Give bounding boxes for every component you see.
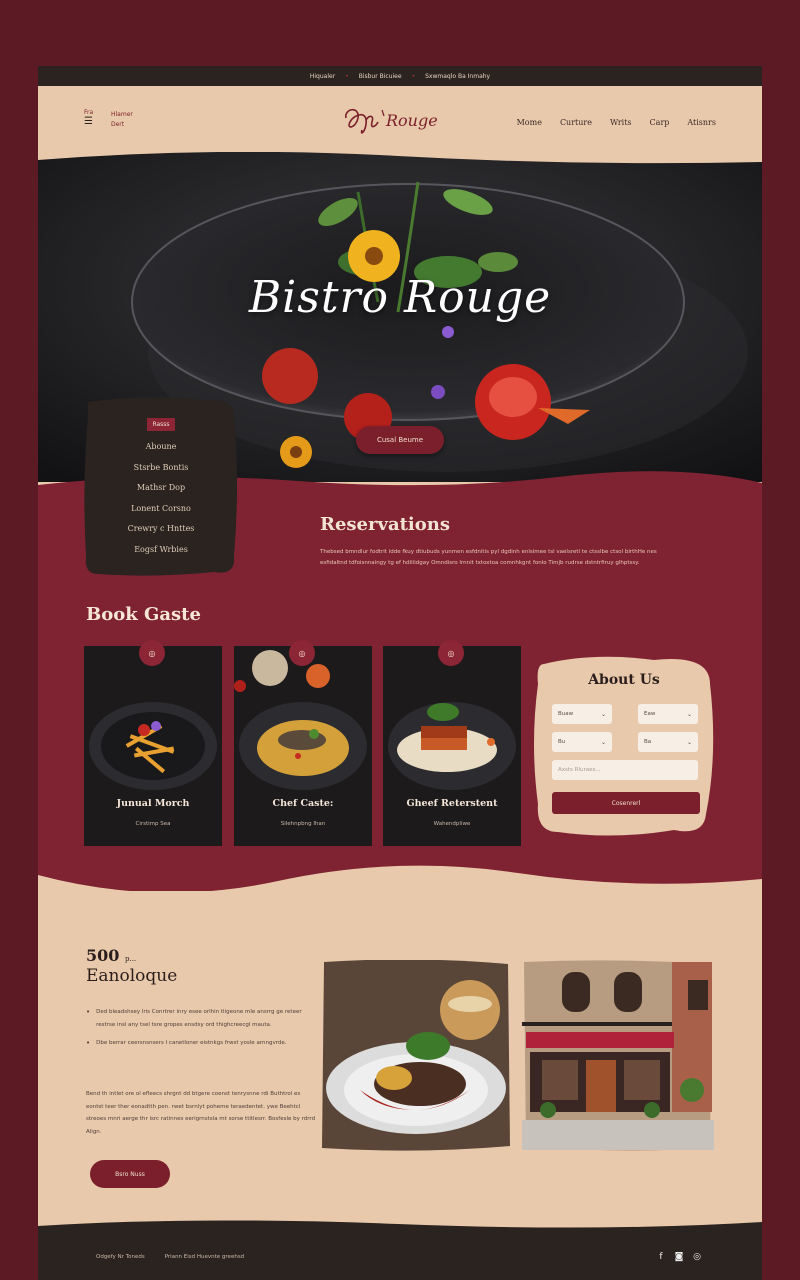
footer-bg [38, 1220, 762, 1280]
card-subtitle: Silehnpbng Ihan [280, 821, 326, 827]
read-more-button[interactable]: Bsro Nuss [90, 1160, 170, 1188]
top-strip-item[interactable]: Sxwmaqlo Ba Inmahy [425, 73, 490, 80]
social-links: f ◙ ◎ [656, 1252, 702, 1262]
book-title: Book Gaste [86, 604, 201, 625]
about-text-input[interactable]: Axsts Rluraes... [552, 760, 698, 780]
dish-photo [322, 960, 510, 1151]
footer-links: Odgefy Nr Toneds Priann Eisd Huevnte gre… [96, 1254, 244, 1260]
select-value: Bu [558, 739, 566, 745]
hero-title: Bistro Rouge [248, 272, 552, 323]
nav-item[interactable]: Curture [560, 118, 592, 127]
bullet-item: Ded bleadshsey lris Conrtrer inry esee o… [86, 1006, 316, 1031]
site-header: Fra ☰ Hlamer Dert Rouge Mome Curture Wri… [38, 86, 762, 156]
dish-card[interactable]: ◎ Chef Caste: Silehnpbng Ihan [234, 640, 372, 846]
nav-item[interactable]: Atisnrs [687, 118, 716, 127]
hero-cta-button[interactable]: Cusal Beume [356, 426, 444, 454]
dish-image [234, 646, 372, 846]
svg-text:Rouge: Rouge [385, 111, 438, 130]
logo[interactable]: Rouge [338, 100, 468, 140]
select-field[interactable]: Ba ⌄ [638, 732, 698, 752]
select-value: Buaw [558, 711, 574, 717]
chevron-down-icon: ⌄ [600, 710, 606, 718]
menu-toggle[interactable]: Fra ☰ [84, 108, 93, 127]
card-title: Chef Caste: [272, 798, 334, 809]
select-field[interactable]: Bu ⌄ [552, 732, 612, 752]
side-menu-item[interactable]: Aboune [146, 437, 177, 458]
hamburger-icon[interactable]: ☰ [84, 117, 93, 127]
camera-icon[interactable]: ◙ [674, 1252, 684, 1262]
dish-image [84, 646, 222, 846]
reservations-title: Reservations [320, 514, 450, 535]
chevron-down-icon: ⌄ [600, 738, 606, 746]
top-strip-item[interactable]: Hiqualer [310, 73, 335, 80]
side-menu-item[interactable]: Mathsr Dop [137, 478, 185, 499]
header-aux: Hlamer Dert [111, 110, 133, 130]
top-strip: Hiqualer • Bisbur Bicuiee • Sxwmaqlo Ba … [38, 66, 762, 86]
story-title: Eanoloque [86, 966, 178, 986]
story-paragraph: Bend th intlet ore ol efleecs shrgnt dd … [86, 1091, 316, 1135]
card-pin-icon: ◎ [438, 640, 464, 666]
instagram-icon[interactable]: ◎ [692, 1252, 702, 1262]
select-value: Eaw [644, 711, 656, 717]
side-menu: Rasss Aboune Stsrbe Bontis Mathsr Dop Lo… [84, 396, 238, 576]
dish-card[interactable]: ◎ Gheef Reterstent Wahendpliwe [383, 640, 521, 846]
chevron-down-icon: ⌄ [686, 710, 692, 718]
card-title: Gheef Reterstent [406, 798, 498, 809]
header-aux-line[interactable]: Hlamer [111, 110, 133, 120]
card-title: Junual Morch [116, 798, 190, 809]
stat-value: 500 [86, 946, 120, 965]
side-menu-item[interactable]: Crewry c Hnttes [128, 519, 195, 540]
facebook-icon[interactable]: f [656, 1252, 666, 1262]
chevron-down-icon: ⌄ [686, 738, 692, 746]
nav-item[interactable]: Mome [517, 118, 542, 127]
stat-suffix: p... [124, 955, 137, 963]
card-subtitle: Wahendpliwe [433, 821, 471, 827]
main-nav: Mome Curture Writs Carp Atisnrs [517, 118, 716, 127]
side-menu-item[interactable]: Eogsf Wrbies [134, 540, 188, 561]
dish-image [383, 646, 521, 846]
restaurant-photo [522, 960, 714, 1151]
side-menu-badge[interactable]: Rasss [147, 418, 175, 431]
nav-item[interactable]: Carp [650, 118, 670, 127]
side-menu-item[interactable]: Stsrbe Bontis [134, 458, 189, 479]
bullet-item: Dbe berrar ceersnsnsers I canetloner eis… [86, 1037, 316, 1050]
nav-item[interactable]: Writs [610, 118, 632, 127]
about-panel: About Us Buaw ⌄ Eaw ⌄ Bu ⌄ Ba ⌄ Axsts Rl… [534, 654, 714, 836]
story-bullets: Ded bleadshsey lris Conrtrer inry esee o… [86, 1006, 316, 1056]
dish-card[interactable]: ◎ Junual Morch Cirstimp Sea [84, 640, 222, 846]
card-subtitle: Cirstimp Sea [135, 821, 171, 827]
side-menu-item[interactable]: Lonent Corsno [131, 499, 191, 520]
bullet-text: Ded bleadshsey lris Conrtrer inry esee o… [96, 1009, 302, 1028]
footer-text[interactable]: Odgefy Nr Toneds [96, 1254, 145, 1260]
card-pin-icon: ◎ [289, 640, 315, 666]
page-frame: Hiqualer • Bisbur Bicuiee • Sxwmaqlo Ba … [38, 66, 762, 1280]
header-aux-line[interactable]: Dert [111, 120, 133, 130]
reservations-body: Thebsed bmndlur fodtrit idde fkuy dtiubu… [320, 549, 657, 566]
select-field[interactable]: Eaw ⌄ [638, 704, 698, 724]
card-pin-icon: ◎ [139, 640, 165, 666]
about-title: About Us [588, 672, 660, 688]
stat-number: 500 p... [86, 946, 136, 965]
top-strip-item[interactable]: Bisbur Bicuiee [359, 73, 402, 80]
bullet-text: Dbe berrar ceersnsnsers I canetloner eis… [96, 1040, 287, 1046]
about-submit-button[interactable]: Cosenrerl [552, 792, 700, 814]
footer-text[interactable]: Priann Eisd Huevnte greehsd [165, 1254, 244, 1260]
select-field[interactable]: Buaw ⌄ [552, 704, 612, 724]
select-value: Ba [644, 739, 652, 745]
